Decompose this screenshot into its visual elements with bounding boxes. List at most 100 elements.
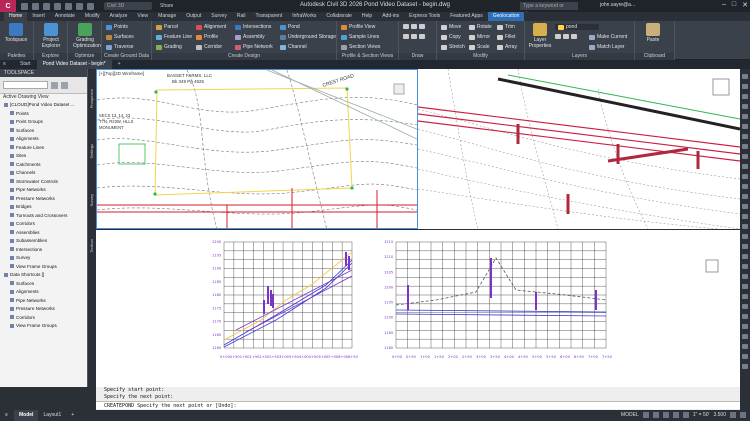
navigation-tool-icon[interactable]: [742, 214, 748, 219]
tree-item[interactable]: Corridors: [10, 315, 35, 320]
tree-item[interactable]: Assemblies: [10, 230, 40, 235]
tree-item[interactable]: Subassemblies: [10, 238, 47, 243]
side-tab-settings[interactable]: Settings: [89, 144, 94, 158]
osnap-icon[interactable]: [682, 412, 689, 418]
ribbon-tab-rail[interactable]: Rail: [232, 12, 251, 21]
ribbon-tab-output[interactable]: Output: [181, 12, 206, 21]
side-tab-toolbox[interactable]: Toolbox: [89, 239, 94, 253]
snap-icon[interactable]: [652, 412, 659, 418]
move-button[interactable]: Move: [441, 24, 461, 30]
navigation-tool-icon[interactable]: [742, 184, 748, 189]
navigation-tool-icon[interactable]: [742, 244, 748, 249]
close-icon[interactable]: ✕: [742, 1, 748, 9]
viewport-label[interactable]: [+][Top][2D Wireframe]: [99, 71, 144, 76]
grading-optimization-button[interactable]: Grading Optimization: [73, 23, 101, 49]
tree-item[interactable]: Alignments: [10, 289, 39, 294]
tree-item[interactable]: Surfaces: [10, 128, 34, 133]
model-tab[interactable]: Model: [14, 410, 39, 421]
navigation-tool-icon[interactable]: [742, 94, 748, 99]
navigation-tool-icon[interactable]: [742, 124, 748, 129]
ribbon-tab-infraworks[interactable]: InfraWorks: [287, 12, 321, 21]
layout-menu-icon[interactable]: ≡: [0, 410, 14, 421]
tree-item[interactable]: [CLOUD]Pond Video Dataset ...: [4, 102, 75, 107]
tree-item[interactable]: Bridges: [10, 204, 32, 209]
tree-item[interactable]: Intersections: [10, 247, 42, 252]
ribbon-tab-analyze[interactable]: Analyze: [105, 12, 133, 21]
tree-item[interactable]: Pressure Networks: [10, 306, 55, 311]
file-tab-drawing[interactable]: Pond Video Dataset - begin*: [36, 60, 112, 69]
navigation-tool-icon[interactable]: [742, 74, 748, 79]
profile-view-button[interactable]: Profile View: [341, 24, 375, 30]
navigation-tool-icon[interactable]: [742, 174, 748, 179]
ortho-icon[interactable]: [662, 412, 669, 418]
ribbon-tab-express-tools[interactable]: Express Tools: [404, 12, 445, 21]
polar-icon[interactable]: [672, 412, 679, 418]
navigation-tool-icon[interactable]: [742, 114, 748, 119]
print-icon[interactable]: [65, 2, 72, 10]
alignment-button[interactable]: Alignment: [196, 24, 226, 30]
maximize-icon[interactable]: □: [732, 1, 736, 9]
navigation-tool-icon[interactable]: [742, 204, 748, 209]
assembly-button[interactable]: Assembly: [235, 34, 265, 40]
side-tab-prospector[interactable]: Prospector: [89, 89, 94, 108]
underground-storage-button[interactable]: Underground Storage: [280, 34, 336, 40]
tree-item[interactable]: Data Shortcuts []: [4, 272, 44, 277]
pipe-network-button[interactable]: Pipe Network: [235, 44, 273, 50]
new-icon[interactable]: [21, 2, 28, 10]
ribbon-tab-featured-apps[interactable]: Featured Apps: [445, 12, 488, 21]
project-explorer-button[interactable]: Project Explorer: [39, 23, 63, 49]
points-button[interactable]: Points: [106, 24, 128, 30]
navigation-tool-icon[interactable]: [742, 224, 748, 229]
tree-item[interactable]: Pressure Networks: [10, 196, 55, 201]
navigation-tool-icon[interactable]: [742, 84, 748, 89]
mirror-button[interactable]: Mirror: [469, 34, 490, 40]
navigation-tool-icon[interactable]: [742, 234, 748, 239]
layer-tools[interactable]: [555, 34, 577, 39]
fillet-button[interactable]: Fillet: [497, 34, 516, 40]
tree-item[interactable]: Catchments: [10, 162, 41, 167]
navigation-tool-icon[interactable]: [742, 324, 748, 329]
tree-item[interactable]: Survey: [10, 255, 30, 260]
ribbon-tab-survey[interactable]: Survey: [206, 12, 232, 21]
trim-button[interactable]: Trim: [497, 24, 515, 30]
plan-viewport[interactable]: [+][Top][2D Wireframe] BASSET FARMS, LLC…: [96, 69, 418, 229]
tree-item[interactable]: Feature Lines: [10, 145, 44, 150]
user-account[interactable]: john.sayre@a...: [600, 2, 635, 8]
minimize-icon[interactable]: –: [722, 1, 726, 9]
tree-item[interactable]: Point Groups: [10, 119, 43, 124]
navigation-tool-icon[interactable]: [742, 194, 748, 199]
model-space-label[interactable]: MODEL: [621, 412, 639, 418]
profile-viewport[interactable]: 0+00 0+50 1+00 1+50 2+00 2+50 3+00 3+50 4+00 4+50…: [96, 230, 740, 387]
navigation-tool-icon[interactable]: [742, 144, 748, 149]
make-current-button[interactable]: Make Current: [589, 34, 627, 40]
toolspace-tool2-icon[interactable]: [61, 81, 68, 89]
toolspace-tool-icon[interactable]: [51, 81, 58, 89]
layer-dropdown[interactable]: pond: [555, 24, 599, 30]
annotation-scale[interactable]: 1" = 50': [693, 412, 710, 418]
pond-button[interactable]: Pond: [280, 24, 300, 30]
tree-item[interactable]: View Frame Groups: [10, 264, 57, 269]
copy-button[interactable]: Copy: [441, 34, 461, 40]
tree-item[interactable]: Surfaces: [10, 281, 34, 286]
share-button[interactable]: Share: [160, 3, 173, 9]
save-as-icon[interactable]: [54, 2, 61, 10]
navigation-tool-icon[interactable]: [742, 354, 748, 359]
3d-viewport[interactable]: [418, 69, 740, 229]
navigation-tool-icon[interactable]: [742, 364, 748, 369]
section-views-button[interactable]: Section Views: [341, 44, 380, 50]
paste-button[interactable]: Paste: [641, 23, 665, 43]
ribbon-tab-collaborate[interactable]: Collaborate: [321, 12, 357, 21]
elevation-value[interactable]: 3.500: [713, 412, 726, 418]
intersections-button[interactable]: Intersections: [235, 24, 271, 30]
layout1-tab[interactable]: Layout1: [38, 410, 66, 421]
new-tab-button[interactable]: +: [112, 60, 127, 69]
ribbon-tab-manage[interactable]: Manage: [153, 12, 181, 21]
profile-button[interactable]: Profile: [196, 34, 218, 40]
arc-tool[interactable]: [403, 34, 425, 39]
tree-item[interactable]: Alignments: [10, 136, 39, 141]
customize-icon[interactable]: [740, 412, 746, 418]
tree-item[interactable]: Pipe Networks: [10, 298, 46, 303]
command-input[interactable]: CREATEPOND Specify the next point or [Un…: [96, 401, 740, 409]
ribbon-tab-geolocation[interactable]: Geolocation: [487, 12, 525, 21]
help-search-input[interactable]: Type a keyword or phrase: [520, 2, 578, 17]
